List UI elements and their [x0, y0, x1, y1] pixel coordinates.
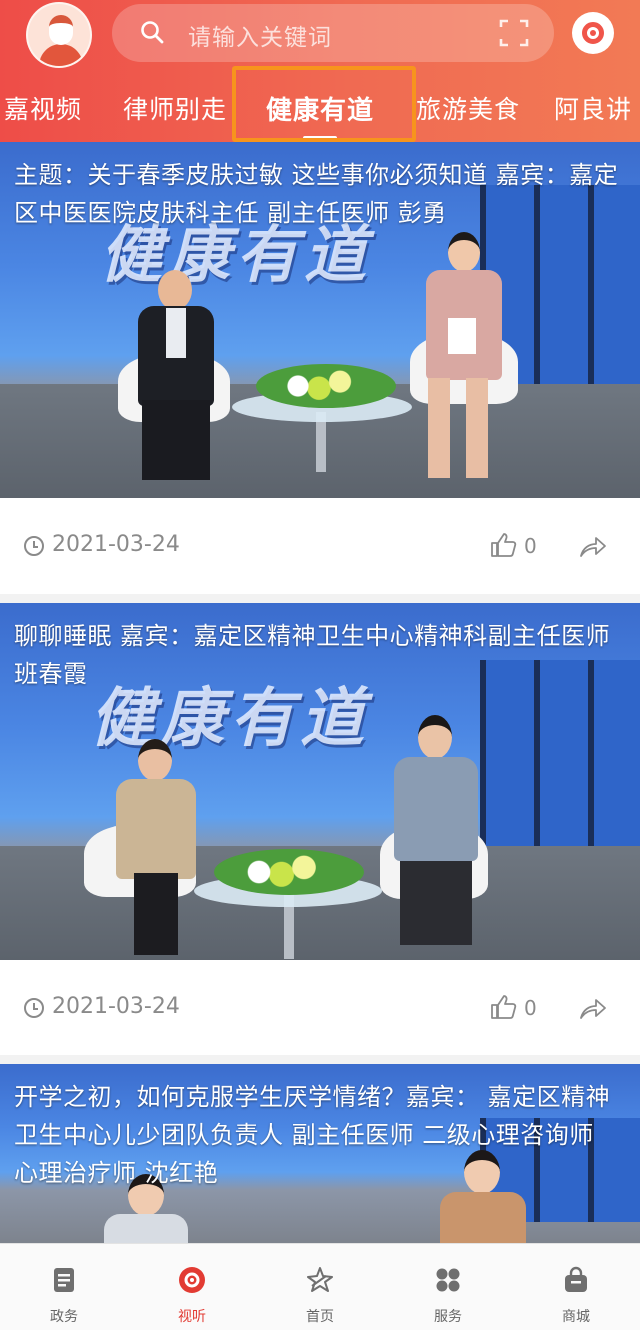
host-figure	[388, 715, 484, 955]
flower-arrangement	[214, 849, 364, 895]
user-avatar[interactable]	[26, 2, 92, 68]
guest-figure	[112, 739, 200, 955]
share-icon[interactable]	[578, 532, 608, 560]
highlight-box	[232, 66, 416, 142]
like-count: 0	[524, 534, 537, 558]
card-meta: 2021-03-24 0	[0, 960, 640, 1056]
tab-aliang[interactable]: 阿良讲	[554, 90, 632, 126]
flower-arrangement	[256, 364, 396, 408]
nav-label: 商城	[562, 1309, 590, 1325]
clock-icon	[24, 536, 44, 556]
search-icon	[141, 21, 164, 44]
nav-government[interactable]: 政务	[0, 1244, 128, 1330]
nav-services[interactable]: 服务	[384, 1244, 512, 1330]
bottom-navigation: 政务 视听 首页 服务 商城	[0, 1243, 640, 1330]
nav-home[interactable]: 首页	[256, 1244, 384, 1330]
nav-label: 政务	[50, 1309, 78, 1325]
tab-travel-food[interactable]: 旅游美食	[416, 90, 520, 126]
publish-date: 2021-03-24	[52, 994, 180, 1019]
top-header: 请输入关键词 嘉视频 律师别走 健康有道 旅游美食 阿良讲	[0, 0, 640, 142]
document-icon	[54, 1268, 74, 1292]
search-bar[interactable]: 请输入关键词	[112, 4, 554, 62]
nav-label: 首页	[306, 1309, 334, 1325]
nav-label: 服务	[434, 1309, 462, 1325]
publish-date: 2021-03-24	[52, 532, 180, 557]
message-button[interactable]	[572, 12, 614, 54]
video-card[interactable]: 健康有道 聊聊睡眠 嘉宾：嘉定区精神卫生中心精神科副主任医师班春霞 2021-0…	[0, 603, 640, 1055]
like-count: 0	[524, 996, 537, 1020]
tab-jia-video[interactable]: 嘉视频	[4, 90, 82, 126]
clock-icon	[24, 998, 44, 1018]
tab-lawyer[interactable]: 律师别走	[123, 90, 227, 126]
nav-audiovisual[interactable]: 视听	[128, 1244, 256, 1330]
video-thumbnail[interactable]: 开学之初，如何克服学生厌学情绪？嘉宾： 嘉定区精神卫生中心儿少团队负责人 副主任…	[0, 1064, 640, 1244]
host-figure	[418, 232, 510, 482]
avatar-body-shape	[39, 44, 83, 66]
video-card[interactable]: 开学之初，如何克服学生厌学情绪？嘉宾： 嘉定区精神卫生中心儿少团队负责人 副主任…	[0, 1064, 640, 1244]
share-icon[interactable]	[578, 994, 608, 1022]
guest-figure	[128, 270, 224, 480]
scan-icon[interactable]	[498, 17, 530, 49]
thumbs-up-icon[interactable]	[490, 994, 518, 1020]
star-logo-icon	[307, 1267, 333, 1292]
video-title[interactable]: 主题：关于春季皮肤过敏 这些事你必须知道 嘉宾：嘉定区中医医院皮肤科主任 副主任…	[14, 156, 626, 232]
grid-icon	[436, 1268, 460, 1292]
avatar-head-shape	[49, 15, 73, 45]
nav-mall[interactable]: 商城	[512, 1244, 640, 1330]
video-card[interactable]: 健康有道 主题：关于春季皮肤过敏 这些事你必须知道 嘉宾：嘉定区中医医院皮肤科主…	[0, 142, 640, 594]
video-title[interactable]: 聊聊睡眠 嘉宾：嘉定区精神卫生中心精神科副主任医师班春霞	[14, 617, 626, 693]
video-thumbnail[interactable]: 健康有道 聊聊睡眠 嘉宾：嘉定区精神卫生中心精神科副主任医师班春霞	[0, 603, 640, 960]
app-screen: 请输入关键词 嘉视频 律师别走 健康有道 旅游美食 阿良讲 健康有道 主题：关于…	[0, 0, 640, 1330]
message-dot	[590, 30, 596, 36]
record-icon	[179, 1267, 205, 1293]
thumbs-up-icon[interactable]	[490, 532, 518, 558]
bag-icon	[565, 1266, 587, 1292]
nav-label: 视听	[178, 1309, 206, 1325]
video-thumbnail[interactable]: 健康有道 主题：关于春季皮肤过敏 这些事你必须知道 嘉宾：嘉定区中医医院皮肤科主…	[0, 142, 640, 498]
search-placeholder: 请输入关键词	[188, 25, 332, 51]
card-meta: 2021-03-24 0	[0, 498, 640, 594]
video-title[interactable]: 开学之初，如何克服学生厌学情绪？嘉宾： 嘉定区精神卫生中心儿少团队负责人 副主任…	[14, 1078, 626, 1192]
